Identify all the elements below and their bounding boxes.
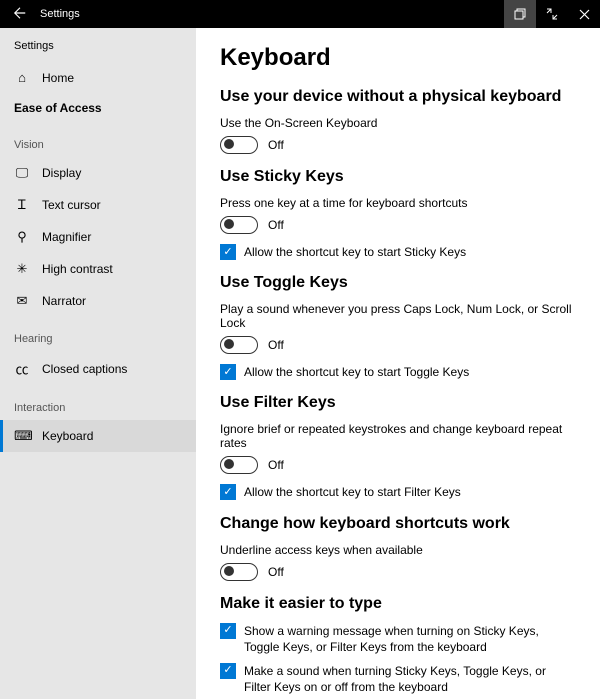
section-easier-heading: Make it easier to type [220,595,576,613]
onscreen-keyboard-toggle[interactable] [220,136,258,154]
toggle-state: Off [268,218,284,232]
toggle-state: Off [268,458,284,472]
display-icon: 🖵 [14,165,30,181]
sticky-desc: Press one key at a time for keyboard sho… [220,196,576,210]
magnifier-icon: ⚲ [14,229,30,245]
nav-text-cursor[interactable]: Ꮖ Text cursor [0,189,196,221]
nav-label: Display [42,166,81,180]
filter-desc: Ignore brief or repeated keystrokes and … [220,422,576,450]
toggle-shortcut-checkbox[interactable]: ✓ [220,364,236,380]
nav-high-contrast[interactable]: ✳ High contrast [0,253,196,285]
group-interaction: Interaction [0,386,196,420]
checkbox-label: Allow the shortcut key to start Sticky K… [244,244,466,260]
titlebar: Settings [0,0,600,28]
toggle-keys-toggle[interactable] [220,336,258,354]
nav-narrator[interactable]: ✉ Narrator [0,285,196,317]
warn-checkbox[interactable]: ✓ [220,623,236,639]
home-icon: ⌂ [14,70,30,85]
toggle-state: Off [268,138,284,152]
nav-label: High contrast [42,262,113,276]
nav-ease-of-access[interactable]: Ease of Access [0,93,196,123]
window-title: Settings [40,8,80,20]
sound-checkbox[interactable]: ✓ [220,663,236,679]
section-filter-heading: Use Filter Keys [220,394,576,412]
underline-access-toggle[interactable] [220,563,258,581]
sticky-shortcut-checkbox[interactable]: ✓ [220,244,236,260]
toggle-desc: Play a sound whenever you press Caps Loc… [220,302,576,330]
nav-label: Ease of Access [14,101,102,115]
section-onscreen-heading: Use your device without a physical keybo… [220,88,576,106]
toggle-state: Off [268,338,284,352]
back-button[interactable] [0,6,40,23]
sidebar: Settings ⌂ Home Ease of Access Vision 🖵 … [0,28,196,699]
close-icon [579,9,590,20]
page-title: Keyboard [220,44,576,72]
restore-icon [514,8,526,20]
checkbox-label: Allow the shortcut key to start Filter K… [244,484,461,500]
shortcuts-desc: Underline access keys when available [220,543,576,557]
onscreen-desc: Use the On-Screen Keyboard [220,116,576,130]
toggle-state: Off [268,565,284,579]
filter-shortcut-checkbox[interactable]: ✓ [220,484,236,500]
nav-label: Closed captions [42,362,127,376]
checkbox-label: Show a warning message when turning on S… [244,623,574,655]
group-vision: Vision [0,123,196,157]
close-button[interactable] [568,0,600,28]
content-pane: Keyboard Use your device without a physi… [196,28,600,699]
narrator-icon: ✉ [14,293,30,309]
high-contrast-icon: ✳ [14,261,30,277]
nav-display[interactable]: 🖵 Display [0,157,196,189]
maximize-icon [546,8,558,20]
maximize-button[interactable] [536,0,568,28]
nav-label: Magnifier [42,230,91,244]
restore-down-button[interactable] [504,0,536,28]
sidebar-header: Settings [0,36,196,62]
checkbox-label: Make a sound when turning Sticky Keys, T… [244,663,574,695]
checkbox-label: Allow the shortcut key to start Toggle K… [244,364,469,380]
nav-closed-captions[interactable]: ㏄ Closed captions [0,351,196,386]
section-toggle-heading: Use Toggle Keys [220,274,576,292]
nav-label: Text cursor [42,198,101,212]
group-hearing: Hearing [0,317,196,351]
arrow-left-icon [13,6,27,20]
closed-captions-icon: ㏄ [14,359,30,378]
nav-keyboard[interactable]: ⌨ Keyboard [0,420,196,452]
filter-keys-toggle[interactable] [220,456,258,474]
text-cursor-icon: Ꮖ [14,197,30,213]
nav-label: Narrator [42,294,86,308]
section-shortcuts-heading: Change how keyboard shortcuts work [220,515,576,533]
nav-label: Keyboard [42,429,93,443]
nav-label: Home [42,71,74,85]
keyboard-icon: ⌨ [14,428,30,444]
section-sticky-heading: Use Sticky Keys [220,168,576,186]
nav-magnifier[interactable]: ⚲ Magnifier [0,221,196,253]
sticky-keys-toggle[interactable] [220,216,258,234]
nav-home[interactable]: ⌂ Home [0,62,196,93]
